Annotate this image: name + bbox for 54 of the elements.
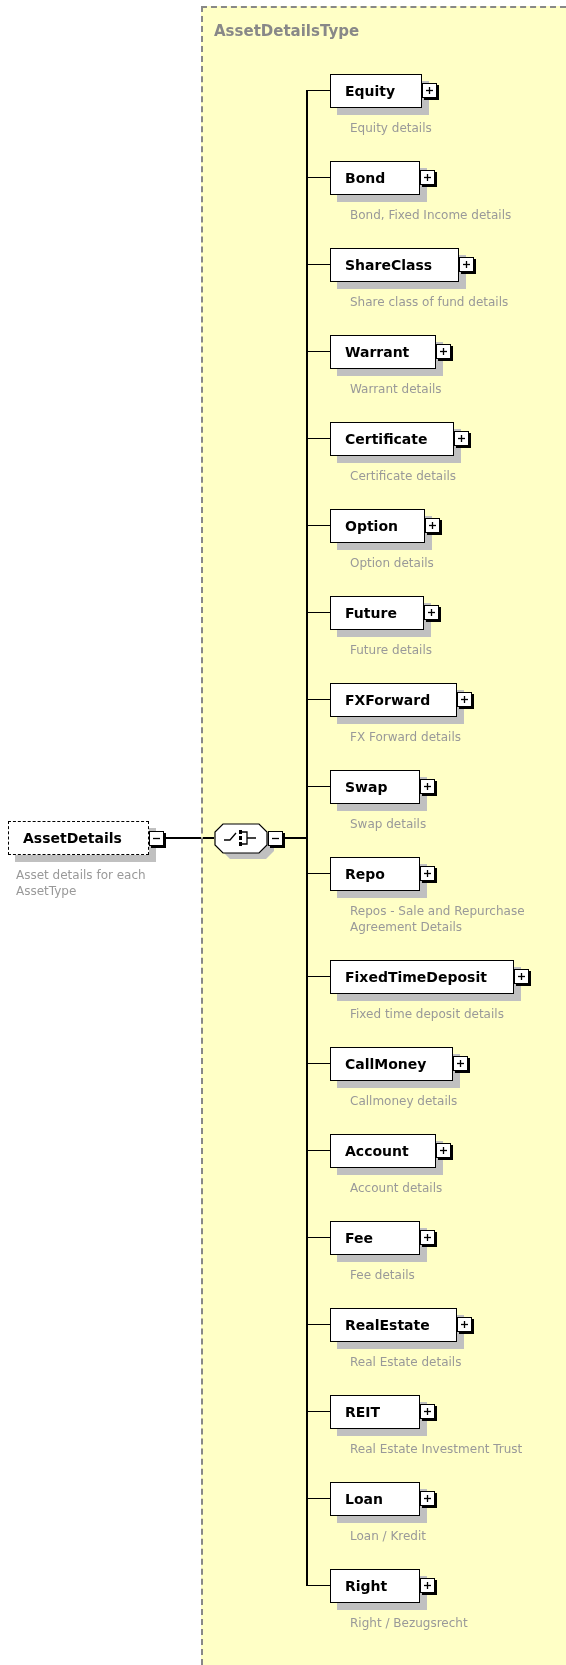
type-name: AssetDetailsType	[213, 21, 361, 40]
plus-icon	[459, 694, 471, 705]
expand-button[interactable]	[436, 344, 452, 359]
expand-button[interactable]	[420, 1491, 435, 1506]
element-description: Bond, Fixed Income details	[350, 206, 512, 223]
plus-icon	[422, 868, 433, 879]
plus-icon	[515, 971, 527, 982]
expand-button[interactable]	[420, 1404, 435, 1419]
collapse-button[interactable]	[268, 830, 283, 846]
plus-icon	[427, 520, 438, 531]
expand-button[interactable]	[420, 866, 435, 881]
expand-button[interactable]	[454, 431, 470, 446]
element-description: Option details	[350, 554, 434, 571]
element-description: Future details	[350, 641, 432, 658]
element-description: Asset details for each AssetType	[16, 867, 147, 899]
element-description: Right / Bezugsrecht	[350, 1614, 468, 1631]
choice-compositor-icon[interactable]	[214, 823, 274, 859]
plus-icon	[422, 172, 433, 183]
expand-button[interactable]	[420, 1230, 435, 1245]
element-description: Warrant details	[350, 380, 442, 397]
element-description: Equity details	[350, 119, 432, 136]
expand-button[interactable]	[420, 170, 435, 185]
element-description: Share class of fund details	[350, 293, 509, 310]
plus-icon	[422, 1580, 433, 1591]
expand-button[interactable]	[457, 692, 473, 707]
plus-icon	[425, 607, 437, 618]
expand-button[interactable]	[420, 779, 435, 794]
plus-icon	[461, 259, 473, 270]
expand-button[interactable]	[453, 1056, 469, 1071]
element-description: Fixed time deposit details	[350, 1005, 504, 1022]
element-description: Real Estate Investment Trust	[350, 1440, 523, 1457]
plus-icon	[437, 1145, 449, 1156]
element-description: Real Estate details	[350, 1353, 462, 1370]
plus-icon	[438, 346, 450, 357]
plus-icon	[424, 85, 436, 96]
plus-icon	[422, 1232, 433, 1243]
expand-button[interactable]	[422, 83, 438, 98]
plus-icon	[455, 1058, 467, 1069]
plus-icon	[422, 1406, 433, 1417]
element-description: Certificate details	[350, 467, 457, 484]
element-description: Account details	[350, 1179, 443, 1196]
expand-button[interactable]	[425, 518, 440, 533]
expand-button[interactable]	[459, 257, 475, 272]
element-description: Swap details	[350, 815, 427, 832]
element-description: Repos - Sale and Repurchase Agreement Details	[350, 902, 526, 935]
plus-icon	[422, 1493, 433, 1504]
element-description: Callmoney details	[350, 1092, 458, 1109]
element-description: Fee details	[350, 1266, 415, 1283]
element-description: Loan / Kredit	[350, 1527, 427, 1544]
plus-icon	[456, 433, 468, 444]
plus-icon	[422, 781, 433, 792]
element-description: FX Forward details	[350, 728, 461, 745]
expand-button[interactable]	[420, 1578, 435, 1593]
plus-icon	[458, 1319, 470, 1330]
